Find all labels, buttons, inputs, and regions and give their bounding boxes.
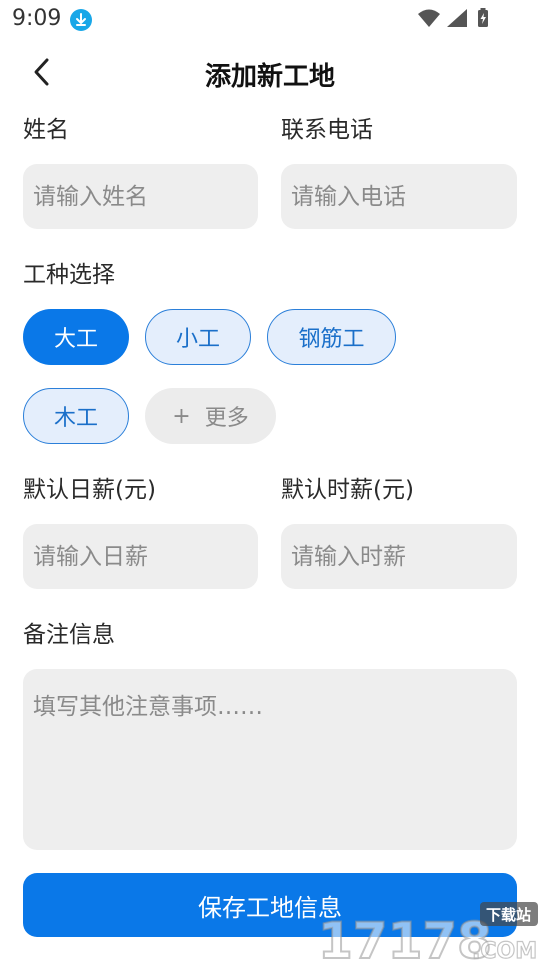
svg-text:下载站: 下载站 [486, 906, 531, 924]
signal-icon [447, 9, 467, 27]
svg-text:17178: 17178 [318, 912, 492, 960]
name-label: 姓名 [23, 117, 69, 143]
hourly-wage-input[interactable] [281, 524, 517, 589]
hourly-wage-label: 默认时薪(元) [281, 477, 414, 503]
daily-wage-label: 默认日薪(元) [23, 477, 156, 503]
chip-dagong[interactable]: 大工 [23, 309, 129, 365]
wifi-icon [418, 9, 440, 27]
notes-label: 备注信息 [23, 622, 115, 648]
daily-wage-input[interactable] [23, 524, 258, 589]
chip-label: 木工 [53, 406, 98, 431]
chip-xiaogong[interactable]: 小工 [145, 309, 251, 365]
status-time: 9:09 [12, 6, 62, 31]
status-icons [416, 7, 496, 29]
phone-label: 联系电话 [281, 117, 373, 143]
notes-textarea[interactable] [23, 669, 517, 850]
battery-icon [478, 8, 488, 27]
svg-text:.COM: .COM [472, 939, 537, 960]
phone-input[interactable] [281, 164, 517, 229]
more-chip[interactable]: + 更多 [145, 388, 276, 444]
more-label: 更多 [204, 406, 249, 431]
chip-label: 小工 [175, 327, 220, 352]
chip-label: 大工 [53, 327, 98, 352]
chip-label: 钢筋工 [298, 327, 365, 352]
worktype-label: 工种选择 [23, 262, 115, 288]
download-icon [70, 9, 92, 31]
page-title: 添加新工地 [204, 62, 335, 92]
watermark-logo: 17178 .COM 下载站 [317, 900, 540, 960]
name-input[interactable] [23, 164, 258, 229]
plus-icon: + [172, 403, 191, 429]
app-bar: 添加新工地 [0, 38, 540, 108]
chip-gangjingong[interactable]: 钢筋工 [267, 309, 396, 365]
status-bar: 9:09 [0, 0, 540, 38]
chip-mugong[interactable]: 木工 [23, 388, 129, 444]
